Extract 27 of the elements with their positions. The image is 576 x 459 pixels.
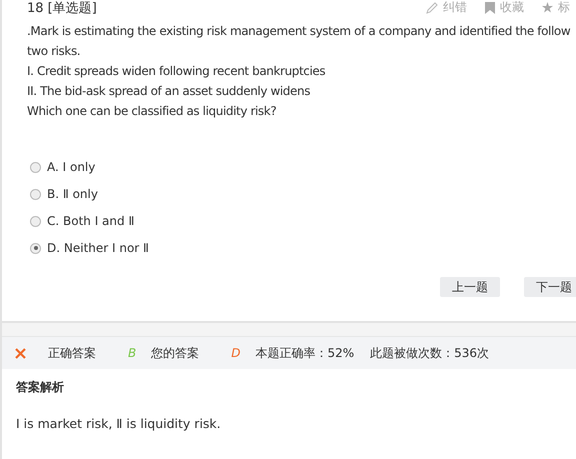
question-text: I. Credit spreads widen following recent bankruptcies [27, 63, 326, 80]
your-answer-letter: B [128, 346, 136, 360]
question-text: II. The bid-ask spread of an asset suddenly widens [27, 83, 310, 100]
radio-button[interactable] [30, 216, 41, 226]
correct-answer-label: 正确答案 [48, 344, 96, 362]
correct-answer-letter: D [231, 346, 240, 360]
radio-button[interactable] [30, 188, 41, 200]
question-text: Which one can be classified as liquidity risk? [27, 103, 276, 120]
answer-option[interactable]: C. Both I and Ⅱ [30, 212, 134, 230]
answer-option[interactable]: D. Neither I nor Ⅱ [30, 239, 149, 257]
pencil-icon [426, 2, 438, 14]
question-text: two risks. [27, 43, 80, 60]
your-answer-label: 您的答案 [151, 344, 200, 362]
nav-button[interactable]: 下一题 [524, 277, 576, 297]
answer-option[interactable]: B. Ⅱ only [30, 185, 98, 203]
accuracy-text: 本题正确率：52% [255, 344, 354, 362]
question-text: .Mark is estimating the existing risk management system of a company and identified the follow [27, 23, 570, 40]
nav-button[interactable]: 上一题 [440, 277, 500, 297]
bookmark-icon [485, 2, 495, 14]
radio-button[interactable] [30, 242, 41, 254]
radio-button[interactable] [30, 162, 41, 172]
star-icon [542, 2, 553, 13]
attempts-text: 此题被做次数：536次 [370, 344, 490, 362]
answer-option[interactable]: A. I only [30, 158, 96, 176]
analysis-title: 答案解析 [16, 379, 64, 396]
analysis-text: I is market risk, Ⅱ is liquidity risk. [16, 416, 221, 431]
question-title: 18 [单选题] [27, 0, 97, 16]
